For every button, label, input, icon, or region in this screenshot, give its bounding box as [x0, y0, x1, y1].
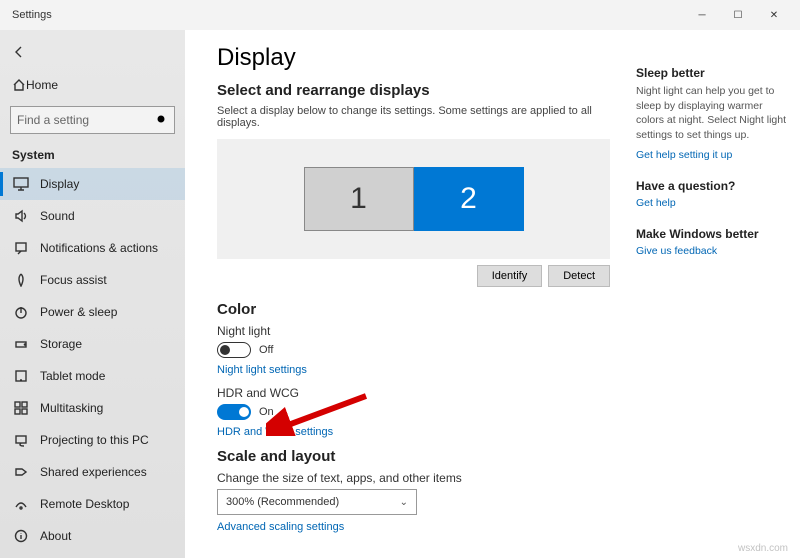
home-icon [12, 78, 26, 92]
multitasking-icon [12, 399, 30, 417]
chevron-down-icon: ⌄ [400, 497, 408, 508]
nav-label: Sound [40, 209, 75, 223]
back-button[interactable] [0, 36, 185, 68]
night-light-toggle[interactable] [217, 342, 251, 358]
sidebar-item-focus[interactable]: Focus assist [0, 264, 185, 296]
storage-icon [12, 335, 30, 353]
right-pane: Sleep better Night light can help you ge… [632, 30, 800, 558]
sidebar-item-power[interactable]: Power & sleep [0, 296, 185, 328]
close-button[interactable]: ✕ [756, 0, 792, 30]
display-arrange-box[interactable]: 1 2 [217, 139, 610, 259]
notifications-icon [12, 239, 30, 257]
scale-value: 300% (Recommended) [226, 496, 339, 508]
focus-icon [12, 271, 30, 289]
sidebar-item-about[interactable]: About [0, 520, 185, 552]
sidebar-item-notifications[interactable]: Notifications & actions [0, 232, 185, 264]
titlebar: Settings ─ ☐ ✕ [0, 0, 800, 30]
nav-label: About [40, 529, 71, 543]
sidebar-item-sound[interactable]: Sound [0, 200, 185, 232]
watermark: wsxdn.com [738, 543, 788, 554]
search-icon [156, 114, 168, 126]
help-link[interactable]: Get help [636, 197, 786, 209]
feedback-link[interactable]: Give us feedback [636, 245, 786, 257]
nav-label: Focus assist [40, 273, 107, 287]
detect-button[interactable]: Detect [548, 265, 610, 287]
sidebar-item-storage[interactable]: Storage [0, 328, 185, 360]
minimize-button[interactable]: ─ [684, 0, 720, 30]
hdr-settings-link[interactable]: HDR and WCG settings [217, 426, 610, 438]
sidebar-item-projecting[interactable]: Projecting to this PC [0, 424, 185, 456]
nav-label: Storage [40, 337, 82, 351]
about-icon [12, 527, 30, 545]
better-heading: Make Windows better [636, 227, 786, 241]
sleep-link[interactable]: Get help setting it up [636, 149, 786, 161]
color-heading: Color [217, 301, 610, 318]
sound-icon [12, 207, 30, 225]
window-title: Settings [12, 9, 52, 21]
hdr-state: On [259, 406, 274, 418]
nav-label: Power & sleep [40, 305, 117, 319]
sidebar-item-display[interactable]: Display [0, 168, 185, 200]
search-placeholder: Find a setting [17, 113, 156, 127]
monitor-1[interactable]: 1 [304, 167, 414, 231]
home-button[interactable]: Home [0, 68, 185, 102]
arrange-heading: Select and rearrange displays [217, 82, 610, 99]
nav-label: Projecting to this PC [40, 433, 149, 447]
sidebar-item-shared[interactable]: Shared experiences [0, 456, 185, 488]
sleep-text: Night light can help you get to sleep by… [636, 84, 786, 143]
sidebar-item-multitasking[interactable]: Multitasking [0, 392, 185, 424]
display-icon [12, 175, 30, 193]
sidebar-item-tablet[interactable]: Tablet mode [0, 360, 185, 392]
category-heading: System [0, 142, 185, 168]
question-heading: Have a question? [636, 179, 786, 193]
search-input[interactable]: Find a setting [10, 106, 175, 134]
sidebar: Home Find a setting System Display Sound… [0, 30, 185, 558]
sleep-heading: Sleep better [636, 66, 786, 80]
shared-icon [12, 463, 30, 481]
night-light-settings-link[interactable]: Night light settings [217, 364, 610, 376]
back-arrow-icon [12, 45, 26, 59]
scale-heading: Scale and layout [217, 448, 610, 465]
power-icon [12, 303, 30, 321]
content-area: Display Select and rearrange displays Se… [185, 30, 632, 558]
identify-button[interactable]: Identify [477, 265, 542, 287]
nav-label: Multitasking [40, 401, 103, 415]
scale-dropdown[interactable]: 300% (Recommended) ⌄ [217, 489, 417, 515]
nav-label: Notifications & actions [40, 241, 158, 255]
projecting-icon [12, 431, 30, 449]
page-title: Display [217, 44, 610, 72]
sidebar-item-remote[interactable]: Remote Desktop [0, 488, 185, 520]
arrange-desc: Select a display below to change its set… [217, 105, 610, 129]
hdr-label: HDR and WCG [217, 386, 610, 400]
tablet-icon [12, 367, 30, 385]
maximize-button[interactable]: ☐ [720, 0, 756, 30]
change-size-label: Change the size of text, apps, and other… [217, 471, 610, 485]
nav-label: Remote Desktop [40, 497, 129, 511]
nav-label: Shared experiences [40, 465, 147, 479]
monitor-2[interactable]: 2 [414, 167, 524, 231]
nav-label: Display [40, 177, 79, 191]
night-light-state: Off [259, 344, 273, 356]
advanced-scaling-link[interactable]: Advanced scaling settings [217, 521, 610, 533]
remote-icon [12, 495, 30, 513]
nav-label: Tablet mode [40, 369, 105, 383]
home-label: Home [26, 78, 58, 92]
night-light-label: Night light [217, 324, 610, 338]
hdr-toggle[interactable] [217, 404, 251, 420]
